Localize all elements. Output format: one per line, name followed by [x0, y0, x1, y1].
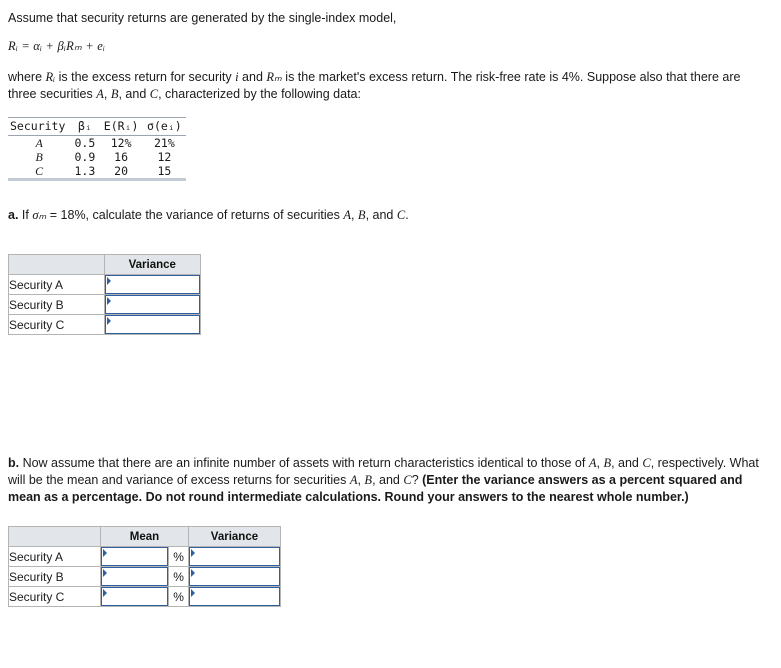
- part-b-percent-b: %: [168, 566, 189, 587]
- data-cell-security: A: [35, 136, 43, 150]
- part-a-row-label-security-b: Security B: [8, 294, 105, 315]
- var-Ri: Rᵢ: [45, 70, 56, 84]
- data-header-sigma-e: σ(eᵢ): [142, 118, 186, 136]
- data-table-header-row: Security βᵢ E(Rᵢ) σ(eᵢ): [8, 118, 186, 136]
- part-b-header-blank: [7, 526, 102, 547]
- part-a-variance-input-c[interactable]: [104, 315, 200, 334]
- table-row: Security A %: [7, 546, 282, 567]
- part-b-label: b.: [8, 456, 20, 470]
- part-b-sep-4: , and: [372, 473, 404, 487]
- table-row: Security C: [8, 314, 202, 335]
- part-b-header-variance: Variance: [187, 526, 282, 547]
- part-b-security-B: B: [603, 456, 612, 470]
- intro-where: where: [8, 70, 46, 84]
- part-a-security-C: C: [396, 208, 406, 222]
- part-b-variance-input-c[interactable]: [188, 587, 280, 606]
- part-a-question: a. If σₘ = 18%, calculate the variance o…: [8, 207, 769, 224]
- part-b-row-label-security-b: Security B: [7, 566, 102, 587]
- data-cell-beta: 0.5: [74, 136, 96, 150]
- part-a-variance-cell-a[interactable]: [103, 274, 202, 295]
- sep-1: ,: [103, 87, 111, 101]
- part-a-security-A: A: [343, 208, 351, 222]
- part-a-variance-cell-b[interactable]: [103, 294, 202, 315]
- data-cell-sigma-e: 15: [157, 164, 172, 178]
- part-b-question: b. Now assume that there are an infinite…: [8, 455, 769, 506]
- part-b-text-3: ?: [411, 473, 423, 487]
- table-row: B 0.9 16 12: [8, 150, 186, 164]
- table-row: Security A: [8, 274, 202, 295]
- part-a-end: .: [405, 208, 409, 222]
- part-b-text-1: Now assume that there are an infinite nu…: [19, 456, 589, 470]
- part-b-mean-input-c[interactable]: [101, 587, 169, 606]
- part-b-sep-2: , and: [611, 456, 643, 470]
- var-sigma-M: σₘ: [32, 208, 47, 222]
- single-index-model-formula: Rᵢ = αᵢ + βᵢRₘ + eᵢ: [8, 39, 106, 53]
- part-a-sep-1: ,: [350, 208, 358, 222]
- intro-line-1: Assume that security returns are generat…: [8, 11, 397, 25]
- data-header-beta: βᵢ: [70, 118, 100, 136]
- part-a-header-blank: [8, 254, 105, 275]
- table-row: Security C %: [7, 586, 282, 607]
- part-a-header-row: Variance: [8, 254, 202, 275]
- data-cell-er: 20: [114, 164, 129, 178]
- intro-and: and: [238, 70, 267, 84]
- part-b-percent-c: %: [168, 586, 189, 607]
- question-page: Assume that security returns are generat…: [0, 0, 781, 607]
- part-a-row-label-security-c: Security C: [8, 314, 105, 335]
- intro-excess-return: is the excess return for security: [55, 70, 236, 84]
- table-row: C 1.3 20 15: [8, 164, 186, 178]
- data-header-security: Security: [8, 118, 71, 136]
- part-b-security-B2: B: [364, 473, 373, 487]
- data-cell-beta: 0.9: [74, 150, 96, 164]
- security-A-ref: A: [96, 87, 104, 101]
- data-cell-security: C: [35, 164, 44, 178]
- data-cell-security: B: [35, 150, 43, 164]
- part-b-mean-cell-c[interactable]: [100, 586, 170, 607]
- data-cell-sigma-e: 21%: [153, 136, 175, 150]
- var-RM: Rₘ: [266, 70, 282, 84]
- part-b-mean-cell-b[interactable]: [100, 566, 170, 587]
- part-b-variance-cell-a[interactable]: [187, 546, 282, 567]
- part-a-variance-input-a[interactable]: [104, 275, 200, 294]
- part-a-text-1: If: [18, 208, 33, 222]
- sep-2: , and: [118, 87, 150, 101]
- part-a-sep-2: , and: [365, 208, 397, 222]
- part-b-variance-cell-c[interactable]: [187, 586, 282, 607]
- part-b-mean-input-b[interactable]: [101, 567, 169, 586]
- part-b-mean-cell-a[interactable]: [100, 546, 170, 567]
- data-cell-er: 16: [114, 150, 129, 164]
- part-b-variance-input-a[interactable]: [188, 547, 280, 566]
- part-b-row-label-security-a: Security A: [7, 546, 102, 567]
- part-a-variance-input-b[interactable]: [104, 295, 200, 314]
- part-a-answer-table: Variance Security A Security B Security …: [8, 254, 202, 335]
- part-a-header-variance: Variance: [103, 254, 202, 275]
- part-a-variance-cell-c[interactable]: [103, 314, 202, 335]
- part-b-answer-table: Mean Variance Security A % Security B % …: [7, 526, 282, 607]
- part-b-variance-input-b[interactable]: [188, 567, 280, 586]
- data-cell-beta: 1.3: [74, 164, 96, 178]
- part-a-security-B: B: [357, 208, 366, 222]
- data-cell-sigma-e: 12: [157, 150, 172, 164]
- table-row: Security B: [8, 294, 202, 315]
- data-header-expected-return: E(Rᵢ): [99, 118, 143, 136]
- part-b-percent-a: %: [168, 546, 189, 567]
- intro-line-2: where Rᵢ is the excess return for securi…: [8, 69, 769, 103]
- security-C-ref: C: [149, 87, 159, 101]
- security-data-table: Security βᵢ E(Rᵢ) σ(eᵢ) A 0.5 12% 21% B …: [8, 117, 186, 181]
- part-b-header-mean: Mean: [100, 526, 189, 547]
- part-b-mean-input-a[interactable]: [101, 547, 169, 566]
- part-b-header-row: Mean Variance: [7, 526, 282, 547]
- intro-tail: , characterized by the following data:: [158, 87, 361, 101]
- table-row: Security B %: [7, 566, 282, 587]
- part-a-label: a.: [8, 208, 19, 222]
- part-a-text-2: = 18%, calculate the variance of returns…: [46, 208, 344, 222]
- part-a-row-label-security-a: Security A: [8, 274, 105, 295]
- table-row: A 0.5 12% 21%: [8, 136, 186, 151]
- part-b-row-label-security-c: Security C: [7, 586, 102, 607]
- part-b-security-C: C: [642, 456, 651, 470]
- data-cell-er: 12%: [110, 136, 132, 150]
- part-b-security-C2: C: [403, 473, 412, 487]
- part-b-variance-cell-b[interactable]: [187, 566, 282, 587]
